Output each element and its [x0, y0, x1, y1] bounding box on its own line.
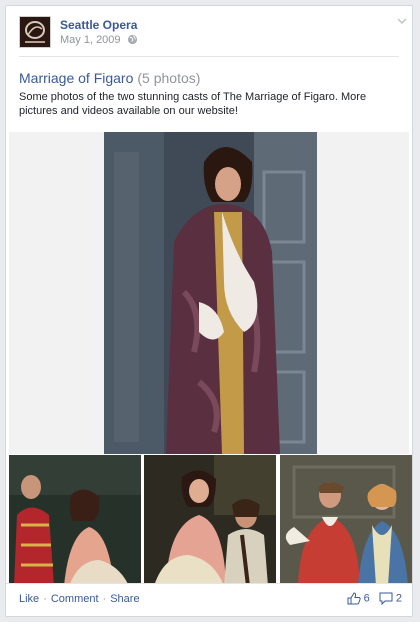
post-card: Seattle Opera May 1, 2009 Marriage of Fi…	[5, 5, 413, 617]
likes-count[interactable]: 6	[364, 593, 370, 605]
globe-icon	[127, 34, 137, 45]
thumbnail-photo-1[interactable]	[9, 455, 141, 586]
opera-duet-photo-3	[280, 455, 412, 586]
opera-singer-photo	[104, 132, 317, 454]
comment-bubble-icon[interactable]	[379, 592, 393, 606]
opera-duet-photo-1	[9, 455, 141, 586]
post-description: Some photos of the two stunning casts of…	[19, 91, 367, 117]
engagement-counts: 6 2	[347, 592, 402, 606]
thumbs-up-icon[interactable]	[347, 592, 361, 605]
like-link[interactable]: Like	[19, 593, 39, 605]
post-date-text[interactable]: May 1, 2009	[60, 34, 121, 46]
album-title-link[interactable]: Marriage of Figaro	[19, 70, 133, 86]
chevron-down-icon[interactable]	[397, 16, 407, 26]
main-photo-stage	[9, 132, 409, 454]
post-timestamp[interactable]: May 1, 2009	[60, 34, 138, 46]
comments-count[interactable]: 2	[396, 593, 402, 605]
separator-dot: ·	[43, 593, 47, 605]
comment-link[interactable]: Comment	[51, 593, 99, 605]
post-actions: Like · Comment · Share	[19, 593, 140, 605]
page-avatar[interactable]	[19, 16, 51, 48]
photo-count: (5 photos)	[137, 70, 201, 86]
opera-duet-photo-2	[144, 455, 276, 586]
album-title: Marriage of Figaro (5 photos)	[19, 70, 200, 86]
post-footer: Like · Comment · Share 6 2	[6, 583, 412, 616]
seattle-opera-logo-icon	[20, 17, 50, 47]
page-name-link[interactable]: Seattle Opera	[60, 18, 137, 32]
header-divider	[19, 56, 399, 57]
post-header: Seattle Opera May 1, 2009	[19, 16, 407, 50]
thumbnail-photo-3[interactable]	[280, 455, 412, 586]
separator-dot: ·	[102, 593, 107, 605]
thumbnail-grid	[9, 455, 412, 586]
share-link[interactable]: Share	[110, 593, 139, 605]
main-photo[interactable]	[104, 132, 317, 454]
thumbnail-photo-2[interactable]	[144, 455, 276, 586]
